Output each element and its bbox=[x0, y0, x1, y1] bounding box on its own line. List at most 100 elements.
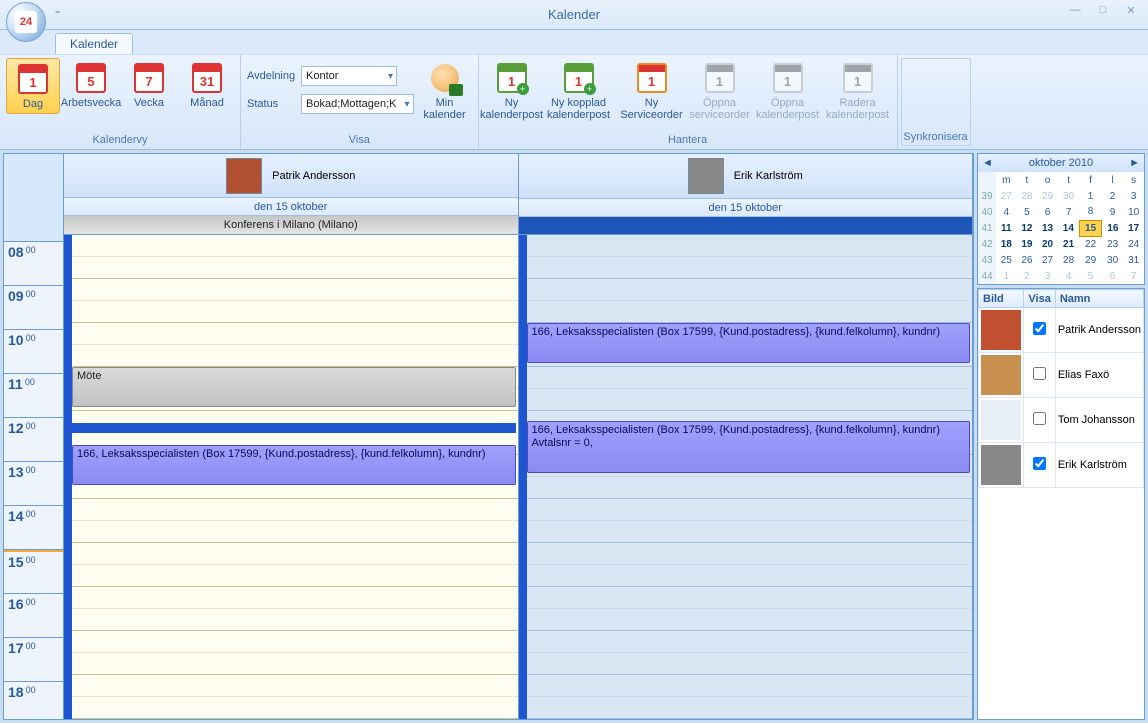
hour-label: 1100 bbox=[4, 374, 63, 418]
mini-cal-day[interactable]: 1 bbox=[996, 268, 1017, 284]
mini-cal-day[interactable]: 6 bbox=[1102, 268, 1124, 284]
ny-serviceorder-button[interactable]: 1 Ny Serviceorder bbox=[619, 58, 685, 124]
avatar bbox=[688, 158, 724, 194]
hour-label: 1700 bbox=[4, 638, 63, 682]
avdelning-combo[interactable]: Kontor bbox=[301, 66, 397, 86]
timeslot-grid[interactable]: 166, Leksaksspecialisten (Box 17599, {Ku… bbox=[519, 235, 973, 719]
person-name: Tom Johansson bbox=[1055, 398, 1143, 443]
mini-cal-day[interactable]: 8 bbox=[1079, 204, 1101, 220]
mini-cal-day[interactable]: 5 bbox=[1079, 268, 1101, 284]
view-dag-button[interactable]: 1 Dag bbox=[6, 58, 60, 114]
person-name: Patrik Andersson bbox=[1055, 308, 1143, 353]
prev-month-icon[interactable]: ◄ bbox=[982, 157, 993, 169]
people-row[interactable]: Erik Karlström bbox=[979, 443, 1144, 488]
mini-calendar[interactable]: ◄ oktober 2010 ► mtotfls3927282930123404… bbox=[977, 153, 1145, 285]
visa-checkbox[interactable] bbox=[1033, 412, 1046, 425]
mini-cal-day[interactable]: 10 bbox=[1123, 204, 1144, 220]
mini-cal-day[interactable]: 12 bbox=[1017, 220, 1038, 236]
min-kalender-button[interactable]: Min kalender bbox=[418, 58, 472, 124]
mini-cal-day[interactable]: 23 bbox=[1102, 236, 1124, 252]
event-166-erik-12[interactable]: 166, Leksaksspecialisten (Box 17599, {Ku… bbox=[527, 421, 971, 473]
view-manad-button[interactable]: 31 Månad bbox=[180, 58, 234, 112]
ny-kopplad-kalenderpost-button[interactable]: 1+ Ny kopplad kalenderpost bbox=[543, 58, 615, 124]
qat-dropdown[interactable]: ⁼ bbox=[55, 9, 60, 20]
avatar bbox=[981, 400, 1021, 440]
mini-cal-day[interactable]: 5 bbox=[1017, 204, 1038, 220]
calendar-view: 0800090010001100120013001400150016001700… bbox=[3, 153, 974, 720]
mini-cal-day[interactable]: 7 bbox=[1123, 268, 1144, 284]
tab-kalender[interactable]: Kalender bbox=[55, 33, 133, 54]
mini-cal-day[interactable]: 17 bbox=[1123, 220, 1144, 236]
timeslot-grid[interactable]: Möte 166, Leksaksspecialisten (Box 17599… bbox=[64, 235, 518, 719]
col-visa[interactable]: Visa bbox=[1024, 290, 1055, 308]
mini-cal-day[interactable]: 30 bbox=[1102, 252, 1124, 268]
minimize-button[interactable]: — bbox=[1066, 4, 1084, 17]
oppna-kalenderpost-button[interactable]: 1 Öppna kalenderpost bbox=[755, 58, 821, 124]
mini-cal-day[interactable]: 15 bbox=[1079, 220, 1101, 236]
hour-label: 0800 bbox=[4, 242, 63, 286]
people-row[interactable]: Patrik Andersson bbox=[979, 308, 1144, 353]
mini-cal-day[interactable]: 2 bbox=[1102, 188, 1124, 204]
mini-cal-day[interactable]: 24 bbox=[1123, 236, 1144, 252]
ny-kalenderpost-button[interactable]: 1+ Ny kalenderpost bbox=[485, 58, 539, 124]
mini-cal-day[interactable]: 1 bbox=[1079, 188, 1101, 204]
mini-cal-day[interactable]: 29 bbox=[1037, 188, 1058, 204]
mini-cal-day[interactable]: 27 bbox=[996, 188, 1017, 204]
hour-label: 1200 bbox=[4, 418, 63, 462]
group-visa: Avdelning Kontor Status Bokad;Mottagen;K… bbox=[241, 55, 479, 149]
event-mote[interactable]: Möte bbox=[72, 367, 516, 407]
mini-cal-day[interactable]: 18 bbox=[996, 236, 1017, 252]
mini-cal-day[interactable]: 27 bbox=[1037, 252, 1058, 268]
visa-checkbox[interactable] bbox=[1033, 322, 1046, 335]
mini-cal-day[interactable]: 3 bbox=[1123, 188, 1144, 204]
mini-cal-day[interactable]: 28 bbox=[1058, 252, 1080, 268]
mini-cal-day[interactable]: 22 bbox=[1079, 236, 1101, 252]
col-bild[interactable]: Bild bbox=[979, 290, 1024, 308]
mini-cal-day[interactable]: 9 bbox=[1102, 204, 1124, 220]
oppna-serviceorder-button[interactable]: 1 Öppna serviceorder bbox=[689, 58, 751, 124]
mini-cal-day[interactable]: 19 bbox=[1017, 236, 1038, 252]
col-namn[interactable]: Namn bbox=[1055, 290, 1143, 308]
mini-cal-day[interactable]: 16 bbox=[1102, 220, 1124, 236]
allday-empty[interactable] bbox=[519, 217, 973, 235]
mini-cal-day[interactable]: 7 bbox=[1058, 204, 1080, 220]
mini-cal-day[interactable]: 26 bbox=[1017, 252, 1038, 268]
mini-cal-day[interactable]: 31 bbox=[1123, 252, 1144, 268]
allday-event[interactable]: Konferens i Milano (Milano) bbox=[64, 216, 518, 235]
mini-cal-day[interactable]: 11 bbox=[996, 220, 1017, 236]
event-166-patrik[interactable]: 166, Leksaksspecialisten (Box 17599, {Ku… bbox=[72, 445, 516, 485]
mini-cal-day[interactable]: 3 bbox=[1037, 268, 1058, 284]
app-orb[interactable]: 24 bbox=[6, 2, 46, 42]
mini-cal-day[interactable]: 14 bbox=[1058, 220, 1080, 236]
maximize-button[interactable]: □ bbox=[1094, 4, 1112, 17]
mini-cal-day[interactable]: 21 bbox=[1058, 236, 1080, 252]
visa-checkbox[interactable] bbox=[1033, 367, 1046, 380]
people-panel: Bild Visa Namn Patrik AnderssonElias Fax… bbox=[977, 288, 1145, 720]
mini-cal-day[interactable]: 29 bbox=[1079, 252, 1101, 268]
hour-label: 1400 bbox=[4, 506, 63, 550]
mini-cal-day[interactable]: 20 bbox=[1037, 236, 1058, 252]
view-vecka-button[interactable]: 7 Vecka bbox=[122, 58, 176, 112]
mini-cal-day[interactable]: 30 bbox=[1058, 188, 1080, 204]
ribbon: 1 Dag 5 Arbetsvecka 7 Vecka 31 Månad Kal… bbox=[0, 54, 1148, 150]
view-arbetsvecka-button[interactable]: 5 Arbetsvecka bbox=[64, 58, 118, 112]
people-row[interactable]: Tom Johansson bbox=[979, 398, 1144, 443]
mini-cal-day[interactable]: 28 bbox=[1017, 188, 1038, 204]
avatar bbox=[226, 158, 262, 194]
avatar bbox=[981, 445, 1021, 485]
mini-cal-day[interactable]: 2 bbox=[1017, 268, 1038, 284]
mini-cal-day[interactable]: 4 bbox=[1058, 268, 1080, 284]
mini-cal-day[interactable]: 25 bbox=[996, 252, 1017, 268]
radera-kalenderpost-button[interactable]: 1 Radera kalenderpost bbox=[825, 58, 891, 124]
person-name: Erik Karlström bbox=[1055, 443, 1143, 488]
mini-cal-day[interactable]: 13 bbox=[1037, 220, 1058, 236]
synkronisera-button[interactable]: Synkronisera bbox=[901, 58, 971, 146]
visa-checkbox[interactable] bbox=[1033, 457, 1046, 470]
people-row[interactable]: Elias Faxö bbox=[979, 353, 1144, 398]
status-combo[interactable]: Bokad;Mottagen;K bbox=[301, 94, 414, 114]
event-166-erik-10[interactable]: 166, Leksaksspecialisten (Box 17599, {Ku… bbox=[527, 323, 971, 363]
mini-cal-day[interactable]: 6 bbox=[1037, 204, 1058, 220]
close-button[interactable]: ✕ bbox=[1122, 4, 1140, 17]
mini-cal-day[interactable]: 4 bbox=[996, 204, 1017, 220]
next-month-icon[interactable]: ► bbox=[1129, 157, 1140, 169]
